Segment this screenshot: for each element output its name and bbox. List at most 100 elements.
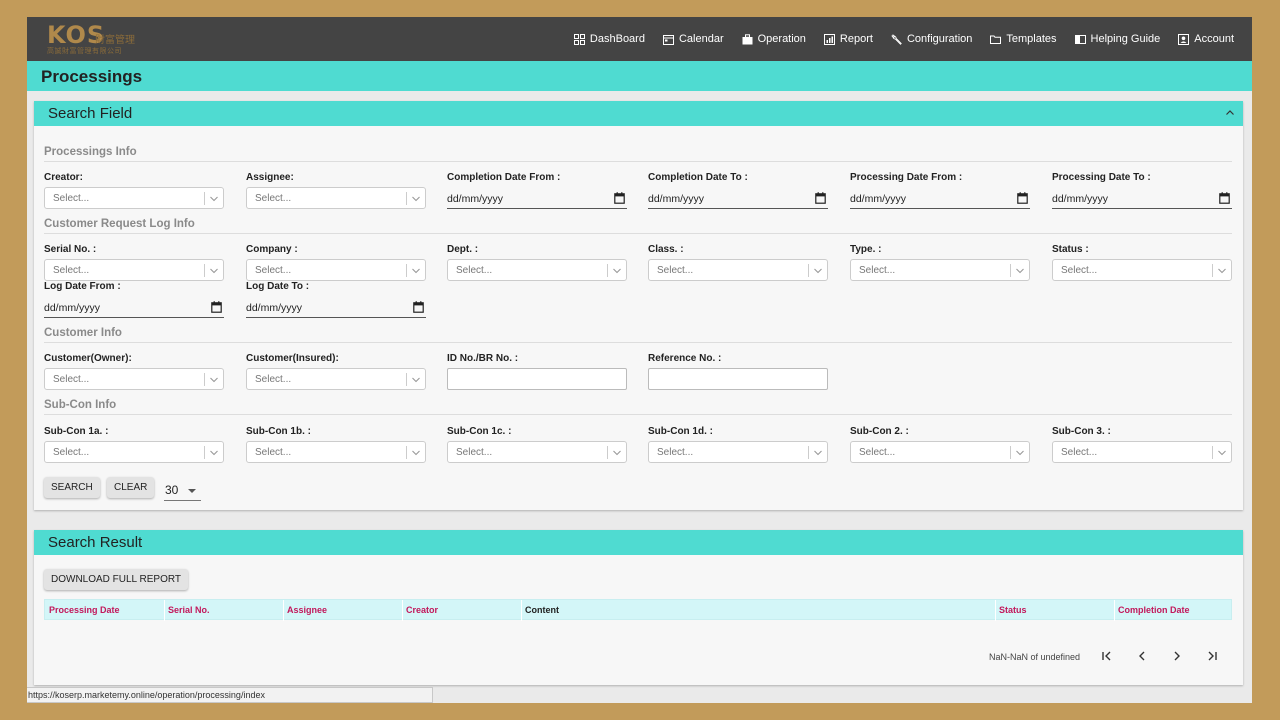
- completion-date-to-field: Completion Date To : dd/mm/yyyy: [648, 172, 828, 209]
- reference-no-input[interactable]: [648, 368, 828, 390]
- column-assignee[interactable]: Assignee: [287, 605, 327, 615]
- search-field-header[interactable]: Search Field: [34, 101, 1243, 126]
- type-field: Type. : Select...: [850, 244, 1030, 281]
- log-date-from-value: dd/mm/yyyy: [44, 302, 101, 314]
- id-no-input[interactable]: [447, 368, 627, 390]
- processings-info-heading: Processings Info: [44, 146, 137, 158]
- customer-owner-select[interactable]: Select...: [44, 368, 224, 390]
- completion-date-from-field: Completion Date From : dd/mm/yyyy: [447, 172, 627, 209]
- divider: [44, 414, 1232, 415]
- column-status[interactable]: Status: [999, 605, 1027, 615]
- customer-insured-select[interactable]: Select...: [246, 368, 426, 390]
- account-icon: [1178, 33, 1190, 45]
- subcon-1b-field: Sub-Con 1b. : Select...: [246, 426, 426, 463]
- calendar-icon[interactable]: [1219, 192, 1230, 204]
- column-content[interactable]: Content: [525, 605, 559, 615]
- calendar-icon[interactable]: [1017, 192, 1028, 204]
- log-date-to-input[interactable]: dd/mm/yyyy: [246, 298, 426, 318]
- search-result-panel: Search Result DOWNLOAD FULL REPORT Proce…: [34, 530, 1243, 685]
- column-serial-no[interactable]: Serial No.: [168, 605, 210, 615]
- folder-icon: [990, 35, 1002, 44]
- nav-dashboard[interactable]: DashBoard: [573, 33, 645, 45]
- class-select[interactable]: Select...: [648, 259, 828, 281]
- first-page-icon[interactable]: [1100, 649, 1114, 663]
- calendar-icon[interactable]: [413, 301, 424, 313]
- status-placeholder: Select...: [1061, 265, 1098, 276]
- logo-subtitle: 高誠財富管理有限公司: [47, 48, 122, 55]
- type-label: Type. :: [850, 244, 882, 255]
- column-completion-date[interactable]: Completion Date: [1118, 605, 1190, 615]
- clear-button[interactable]: CLEAR: [107, 477, 155, 498]
- calendar-icon[interactable]: [211, 301, 222, 313]
- completion-date-to-input[interactable]: dd/mm/yyyy: [648, 189, 828, 209]
- last-page-icon[interactable]: [1205, 649, 1219, 663]
- subcon-3-field: Sub-Con 3. : Select...: [1052, 426, 1232, 463]
- column-creator[interactable]: Creator: [406, 605, 438, 615]
- nav-account-label: Account: [1194, 33, 1234, 45]
- nav-configuration[interactable]: Configuration: [891, 33, 972, 45]
- nav-helping-guide[interactable]: Helping Guide: [1074, 33, 1160, 45]
- kos-logo[interactable]: KOS 財富管理 高誠財富管理有限公司: [45, 21, 145, 57]
- book-icon: [1074, 34, 1086, 44]
- assignee-field: Assignee: Select...: [246, 172, 426, 209]
- nav-report[interactable]: Report: [823, 33, 873, 45]
- subcon-3-select[interactable]: Select...: [1052, 441, 1232, 463]
- status-bar-url: https://koserp.marketemy.online/operatio…: [27, 687, 433, 703]
- dropdown-arrow-icon: [188, 489, 196, 493]
- status-select[interactable]: Select...: [1052, 259, 1232, 281]
- serial-no-select[interactable]: Select...: [44, 259, 224, 281]
- nav-templates[interactable]: Templates: [990, 33, 1057, 45]
- customer-info-heading: Customer Info: [44, 327, 122, 339]
- subcon-1d-placeholder: Select...: [657, 447, 694, 458]
- chevron-down-icon: [1015, 266, 1025, 276]
- status-label: Status :: [1052, 244, 1089, 255]
- class-label: Class. :: [648, 244, 684, 255]
- subcon-1c-select[interactable]: Select...: [447, 441, 627, 463]
- subcon-1b-select[interactable]: Select...: [246, 441, 426, 463]
- calendar-icon[interactable]: [614, 192, 625, 204]
- subcon-2-field: Sub-Con 2. : Select...: [850, 426, 1030, 463]
- search-button[interactable]: SEARCH: [44, 477, 100, 498]
- subcon-3-label: Sub-Con 3. :: [1052, 426, 1111, 437]
- processing-date-from-input[interactable]: dd/mm/yyyy: [850, 189, 1030, 209]
- dept-select[interactable]: Select...: [447, 259, 627, 281]
- company-select[interactable]: Select...: [246, 259, 426, 281]
- processing-date-to-value: dd/mm/yyyy: [1052, 193, 1109, 205]
- log-date-from-field: Log Date From : dd/mm/yyyy: [44, 281, 224, 318]
- completion-date-from-input[interactable]: dd/mm/yyyy: [447, 189, 627, 209]
- processing-date-to-input[interactable]: dd/mm/yyyy: [1052, 189, 1232, 209]
- subcon-1a-field: Sub-Con 1a. : Select...: [44, 426, 224, 463]
- divider: [44, 342, 1232, 343]
- processing-date-to-label: Processing Date To :: [1052, 172, 1151, 183]
- creator-select[interactable]: Select...: [44, 187, 224, 209]
- subcon-1a-select[interactable]: Select...: [44, 441, 224, 463]
- creator-placeholder: Select...: [53, 193, 90, 204]
- calendar-icon[interactable]: [815, 192, 826, 204]
- chevron-down-icon: [813, 448, 823, 458]
- nav-operation[interactable]: Operation: [742, 33, 806, 45]
- assignee-select[interactable]: Select...: [246, 187, 426, 209]
- log-date-from-input[interactable]: dd/mm/yyyy: [44, 298, 224, 318]
- reference-no-label: Reference No. :: [648, 353, 722, 364]
- previous-page-icon[interactable]: [1135, 649, 1149, 663]
- next-page-icon[interactable]: [1170, 649, 1184, 663]
- customer-insured-label: Customer(Insured):: [246, 353, 339, 364]
- divider: [44, 161, 1232, 162]
- chevron-up-icon[interactable]: [1225, 108, 1235, 118]
- page-size-value: 30: [165, 483, 179, 497]
- page-size-select[interactable]: 30: [164, 481, 201, 501]
- download-full-report-button[interactable]: DOWNLOAD FULL REPORT: [44, 569, 189, 590]
- page-title: Processings: [41, 67, 143, 86]
- column-processing-date[interactable]: Processing Date: [49, 605, 120, 615]
- subcon-1c-field: Sub-Con 1c. : Select...: [447, 426, 627, 463]
- nav-account[interactable]: Account: [1178, 33, 1234, 45]
- subcon-2-select[interactable]: Select...: [850, 441, 1030, 463]
- chevron-down-icon: [209, 448, 219, 458]
- search-result-title: Search Result: [48, 534, 143, 551]
- chevron-down-icon: [209, 266, 219, 276]
- chevron-down-icon: [411, 448, 421, 458]
- nav-calendar[interactable]: Calendar: [662, 33, 724, 45]
- subcon-1d-select[interactable]: Select...: [648, 441, 828, 463]
- type-select[interactable]: Select...: [850, 259, 1030, 281]
- page-title-bar: Processings: [27, 61, 1252, 91]
